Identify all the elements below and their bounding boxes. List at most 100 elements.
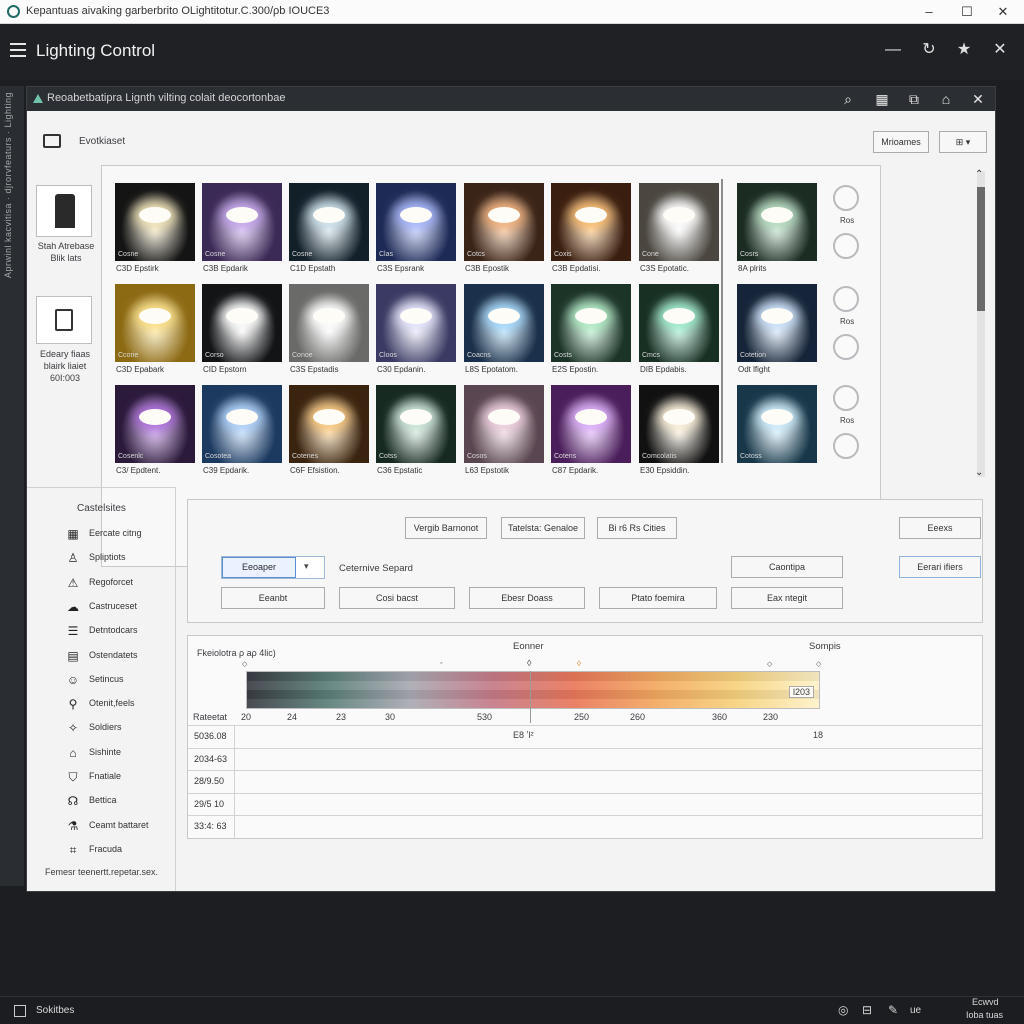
- light-tile[interactable]: Cosotea: [202, 385, 282, 463]
- caontipa-button[interactable]: Caontipa: [731, 556, 843, 578]
- sidebar-item[interactable]: ▦ Eercate citng: [63, 524, 193, 544]
- light-tile[interactable]: Cosne: [115, 183, 195, 261]
- light-tile[interactable]: Conoe: [289, 284, 369, 362]
- hamburger-menu-icon[interactable]: [10, 43, 26, 57]
- window-close-button[interactable]: ✕: [988, 2, 1018, 22]
- scroll-up-icon[interactable]: ⌃: [975, 169, 983, 180]
- eax-ntegit-button[interactable]: Eax ntegit: [731, 587, 843, 609]
- gradient-marker-3[interactable]: ◊: [527, 658, 531, 668]
- mode-select[interactable]: Eeoaper ▾: [221, 556, 325, 579]
- panel-close-icon[interactable]: ✕: [967, 89, 989, 109]
- app-header: Lighting Control — ↻ ★ ✕: [0, 24, 1024, 80]
- radio-option[interactable]: [833, 185, 859, 211]
- sidebar-item[interactable]: ♙ Spliptiots: [63, 548, 193, 568]
- status-target-icon[interactable]: ◎: [838, 1003, 848, 1017]
- status-square-icon[interactable]: [14, 1005, 26, 1017]
- light-tile[interactable]: Cloos: [376, 284, 456, 362]
- gradient-marker-4[interactable]: ◊: [577, 659, 581, 668]
- light-tile[interactable]: Comcolatis: [639, 385, 719, 463]
- puzzle-icon[interactable]: ⧉: [903, 89, 925, 109]
- light-tile[interactable]: Clas: [376, 183, 456, 261]
- gradient-marker-2[interactable]: ◦: [440, 660, 442, 667]
- light-tile[interactable]: Cotetion: [737, 284, 817, 362]
- gradient-marker-6[interactable]: ◇: [816, 660, 821, 668]
- tatelsta-button[interactable]: Tatelsta: Genaloe: [501, 517, 585, 539]
- preset-label-1: Stah Atrebase Blik lats: [37, 241, 95, 263]
- status-box-icon[interactable]: ⊟: [862, 1003, 872, 1017]
- search-icon[interactable]: ⌕: [837, 89, 859, 109]
- star-icon[interactable]: ★: [953, 39, 975, 61]
- home-icon[interactable]: ⌂: [935, 89, 957, 109]
- light-tile[interactable]: Cotss: [376, 385, 456, 463]
- table-row[interactable]: 2034-63: [188, 747, 982, 771]
- cosi-bacst-button[interactable]: Cosi bacst: [339, 587, 455, 609]
- light-tile[interactable]: Cotenes: [289, 385, 369, 463]
- radio-option[interactable]: [833, 286, 859, 312]
- sidebar-item[interactable]: ⚗ Ceamt battaret: [63, 816, 193, 836]
- sidebar-item[interactable]: ⌂ Sishinte: [63, 743, 193, 763]
- window-maximize-button[interactable]: ☐: [952, 2, 982, 22]
- window-minimize-button[interactable]: –: [914, 2, 944, 22]
- mrioames-button[interactable]: Mrioames: [873, 131, 929, 153]
- sidebar-item[interactable]: ✧ Soldiers: [63, 718, 193, 738]
- gallery-scrollbar[interactable]: [977, 171, 985, 477]
- light-tile[interactable]: Coacns: [464, 284, 544, 362]
- table-row[interactable]: 29/5 10: [188, 792, 982, 816]
- status-edit-icon[interactable]: ✎: [888, 1003, 898, 1017]
- light-tile[interactable]: Cosos: [464, 385, 544, 463]
- scroll-down-icon[interactable]: ⌄: [975, 467, 983, 478]
- light-tile[interactable]: Cone: [639, 183, 719, 261]
- light-tile[interactable]: Corso: [202, 284, 282, 362]
- refresh-icon[interactable]: ↻: [918, 39, 940, 61]
- gradient-marker-5[interactable]: ◇: [767, 660, 772, 668]
- lamp-icon: [761, 308, 793, 324]
- scrollbar-thumb[interactable]: [977, 187, 985, 311]
- table-row[interactable]: 33:4: 63: [188, 815, 982, 838]
- radio-option[interactable]: [833, 433, 859, 459]
- sidebar-item[interactable]: ☺ Setincus: [63, 670, 193, 690]
- radio-option[interactable]: [833, 334, 859, 360]
- table-row[interactable]: 5036.08: [188, 725, 982, 748]
- sidebar-item[interactable]: ⚲ Otenit,feels: [63, 694, 193, 714]
- preset-card-1[interactable]: [36, 185, 92, 237]
- light-tile[interactable]: Cotens: [551, 385, 631, 463]
- sidebar-item[interactable]: ☁ Castruceset: [63, 597, 193, 617]
- eerari-ifiers-button[interactable]: Eerari ifiers: [899, 556, 981, 578]
- grid-view-icon[interactable]: ▦: [871, 89, 893, 109]
- pin-icon: ⚲: [68, 697, 78, 712]
- sidebar-item[interactable]: ▤ Ostendatets: [63, 646, 193, 666]
- vergib-button[interactable]: Vergib Barnonot: [405, 517, 487, 539]
- sidebar-item[interactable]: ☊ Bettica: [63, 791, 193, 811]
- sidebar-item[interactable]: ☰ Detntodcars: [63, 621, 193, 641]
- eeexs-button[interactable]: Eeexs: [899, 517, 981, 539]
- light-tile[interactable]: Ccorie: [115, 284, 195, 362]
- row-label: 29/5 10: [194, 798, 225, 809]
- ebesr-doass-button[interactable]: Ebesr Doass: [469, 587, 585, 609]
- cities-button[interactable]: Bi r6 Rs Cities: [597, 517, 677, 539]
- light-tile[interactable]: Cmcs: [639, 284, 719, 362]
- light-tile[interactable]: Costs: [551, 284, 631, 362]
- light-tile[interactable]: Cosne: [289, 183, 369, 261]
- light-tile[interactable]: Cosenlc: [115, 385, 195, 463]
- light-tile[interactable]: Cotoss: [737, 385, 817, 463]
- sidebar-item[interactable]: ⛉ Fnatiale: [63, 767, 193, 787]
- view-dropdown[interactable]: ⊞ ▾: [939, 131, 987, 153]
- table-row[interactable]: 28/9.50: [188, 770, 982, 793]
- sidebar-item[interactable]: ⌗ Fracuda: [63, 840, 193, 860]
- radio-option[interactable]: [833, 385, 859, 411]
- close-icon[interactable]: ✕: [989, 39, 1011, 61]
- gradient-marker-1[interactable]: ◇: [242, 660, 247, 668]
- minimize-icon[interactable]: —: [882, 39, 904, 61]
- light-tile[interactable]: Cosne: [202, 183, 282, 261]
- sidebar-item[interactable]: ⚠ Regoforcet: [63, 573, 193, 593]
- light-tile[interactable]: Cotcs: [464, 183, 544, 261]
- radio-option[interactable]: [833, 233, 859, 259]
- light-tile[interactable]: Coxis: [551, 183, 631, 261]
- sidebar-item-label: Castruceset: [89, 600, 138, 611]
- light-tile[interactable]: Cosrs: [737, 183, 817, 261]
- lamp-icon: [139, 207, 171, 223]
- preset-card-2[interactable]: [36, 296, 92, 344]
- ptato-foemira-button[interactable]: Ptato foemira: [599, 587, 717, 609]
- color-gradient-bar[interactable]: [246, 671, 820, 709]
- eeanbt-button[interactable]: Eeanbt: [221, 587, 325, 609]
